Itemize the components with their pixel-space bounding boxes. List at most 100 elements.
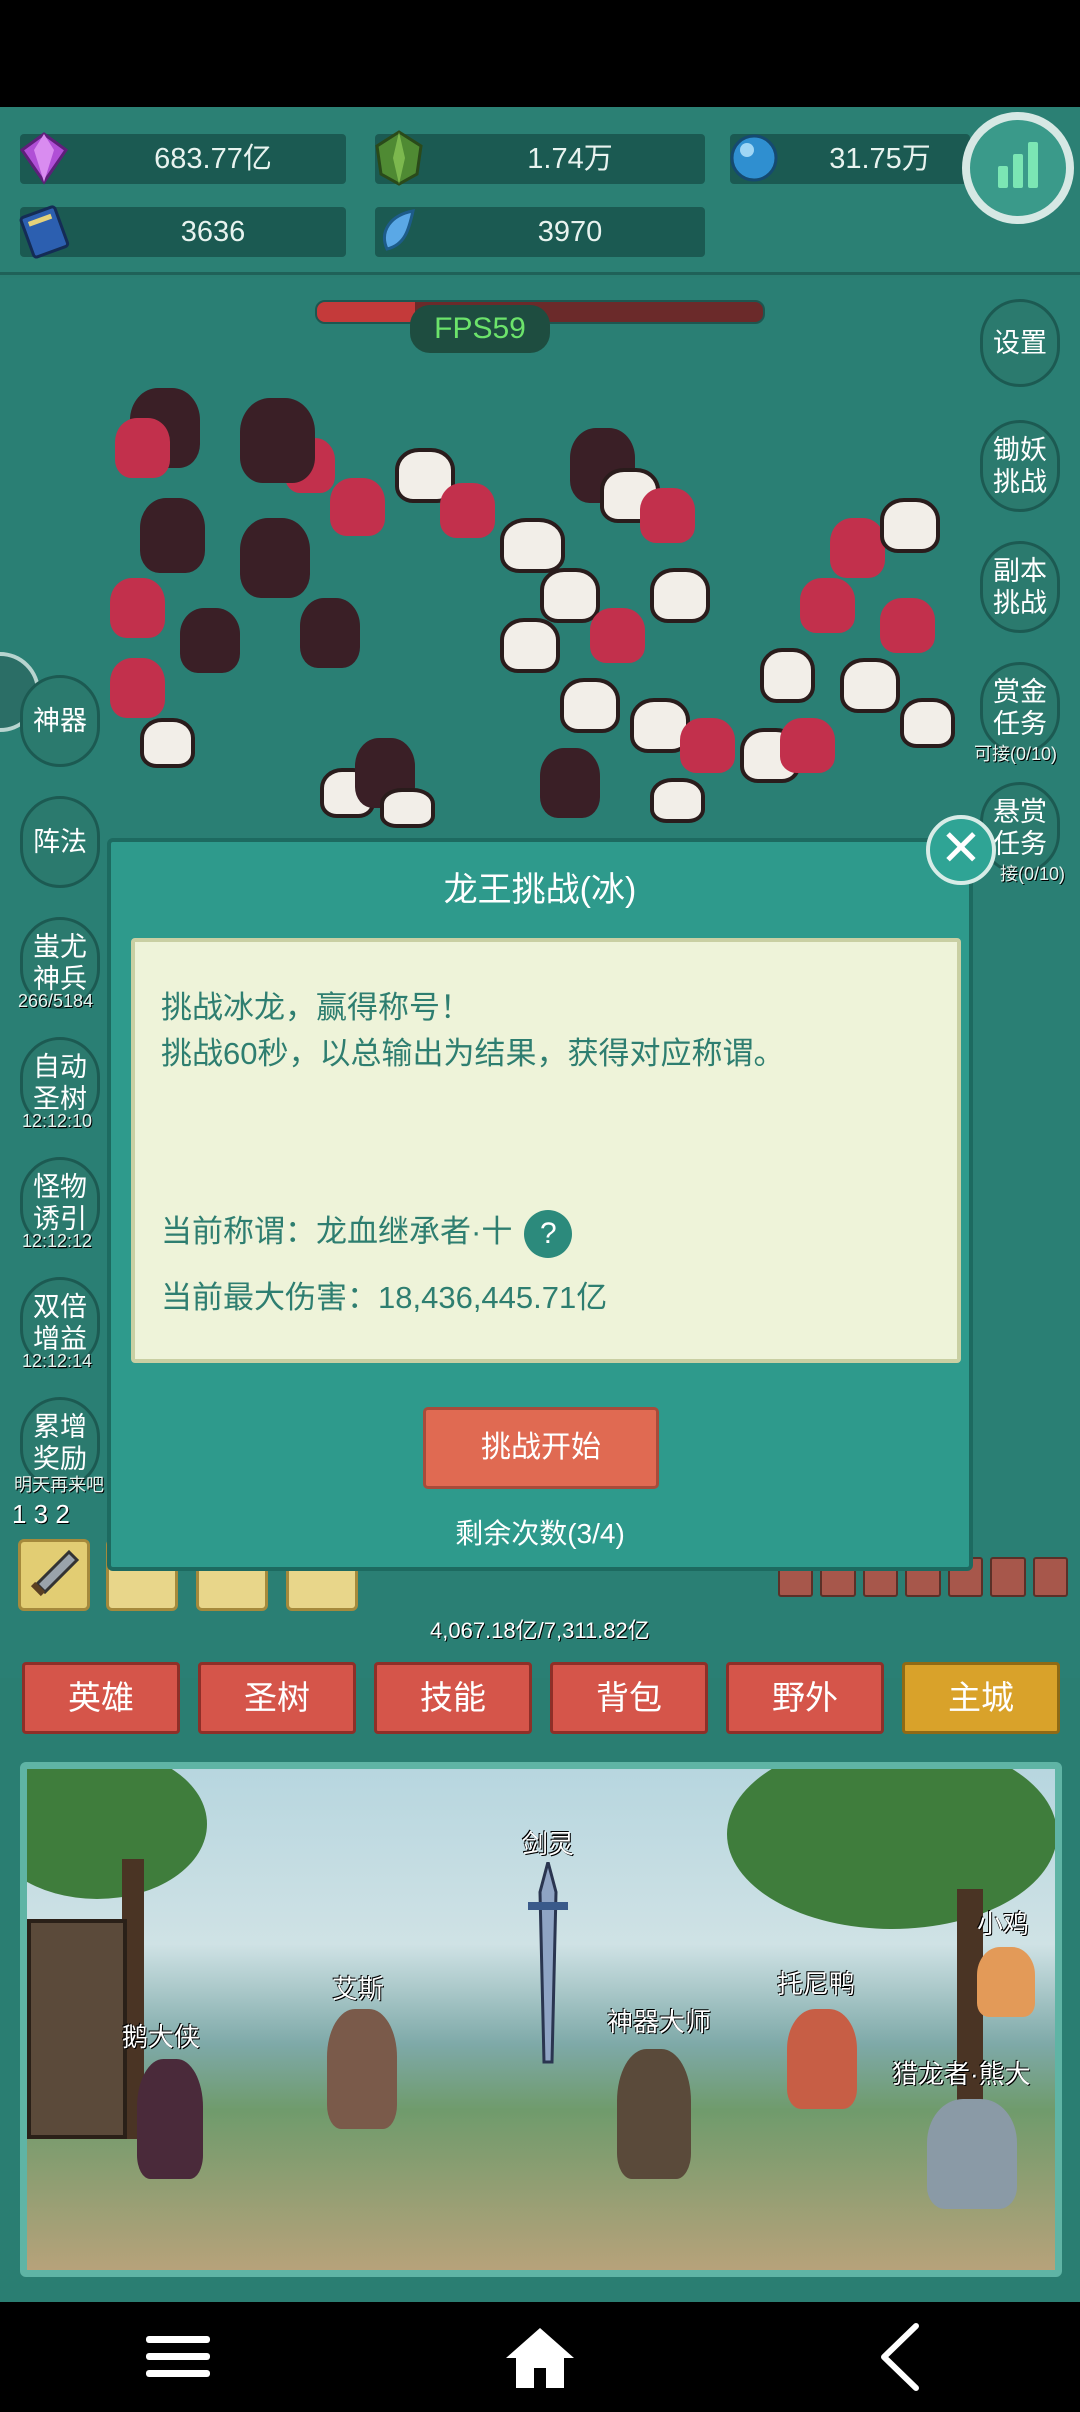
bounty-quest-status: 可接(0/10) [974, 744, 1058, 764]
monster [760, 648, 815, 703]
monster [180, 608, 240, 673]
monster [830, 518, 885, 578]
tab-wild[interactable]: 野外 [726, 1662, 884, 1734]
tab-main-city[interactable]: 主城 [902, 1662, 1060, 1734]
resource-value: 3636 [180, 216, 246, 248]
monster [560, 678, 620, 733]
resource-green-crystal: 1.74万 [375, 130, 705, 186]
accumulated-reward-status: 明天再来吧 [14, 1475, 104, 1495]
monster [840, 658, 900, 713]
resource-ice-shard: 3970 [375, 207, 705, 257]
exp-progress-text: 4,067.18亿/7,311.82亿 [430, 1618, 650, 1643]
monster [140, 718, 195, 768]
monster-lure-timer: 12:12:12 [22, 1231, 93, 1251]
gem-icon [19, 132, 69, 185]
start-challenge-button[interactable]: 挑战开始 [423, 1407, 659, 1489]
monster [240, 398, 315, 483]
back-icon[interactable] [860, 2322, 940, 2392]
stats-button[interactable] [962, 112, 1074, 224]
formation-button[interactable]: 阵法 [20, 796, 100, 888]
dialog-title: 龙王挑战(冰) [443, 871, 637, 909]
monster [540, 568, 600, 623]
monster [110, 578, 165, 638]
npc-dragon-hunter[interactable]: 猎龙者·熊大 [892, 2054, 1031, 2091]
npc-chick[interactable]: 小鸡 [977, 1904, 1029, 1941]
tab-skills[interactable]: 技能 [374, 1662, 532, 1734]
monster [500, 618, 560, 673]
monster [380, 788, 435, 828]
dialog-content: 挑战冰龙，赢得称号！ 挑战60秒，以总输出为结果，获得对应称谓。 当前称谓：龙血… [131, 938, 961, 1363]
npc-goose-hero[interactable]: 鹅大侠 [122, 2017, 200, 2054]
monster [540, 748, 600, 818]
tab-hero[interactable]: 英雄 [22, 1662, 180, 1734]
system-nav-bar [0, 2302, 1080, 2412]
monster [900, 698, 955, 748]
bar-chart-icon [998, 166, 1008, 188]
main-city-scene: 剑灵 小鸡 艾斯 托尼鸭 鹅大侠 神器大师 猎龙者·熊大 [20, 1762, 1062, 2277]
challenge-desc-2: 挑战60秒，以总输出为结果，获得对应称谓。 [161, 1036, 785, 1071]
monster [800, 578, 855, 633]
resource-value: 3970 [537, 216, 603, 248]
double-buff-timer: 12:12:14 [22, 1351, 93, 1371]
tab-holy-tree[interactable]: 圣树 [198, 1662, 356, 1734]
npc-tony-duck[interactable]: 托尼鸭 [777, 1964, 855, 2001]
monster [110, 658, 165, 718]
hut [27, 1919, 127, 2139]
home-icon[interactable] [500, 2322, 580, 2392]
monster [440, 483, 495, 538]
max-damage: 当前最大伤害：18,436,445.71亿 [161, 1280, 608, 1315]
tab-backpack[interactable]: 背包 [550, 1662, 708, 1734]
current-title-row: 当前称谓：龙血继承者·十? [161, 1206, 573, 1258]
resource-value: 1.74万 [527, 143, 613, 175]
monster [115, 418, 170, 478]
ice-shard-icon [383, 209, 415, 251]
equip-slot-sword[interactable] [18, 1539, 90, 1611]
monster [650, 778, 705, 823]
fps-counter: FPS59 [410, 305, 550, 353]
menu-icon[interactable] [140, 2322, 220, 2392]
settings-button[interactable]: 设置 [980, 299, 1060, 387]
monster [880, 598, 935, 653]
resource-book: 3636 [19, 205, 346, 259]
dragon-king-challenge-dialog: 龙王挑战(冰) ✕ 挑战冰龙，赢得称号！ 挑战60秒，以总输出为结果，获得对应称… [107, 815, 996, 1571]
game-screen: 683.77亿 1.74万 31.75万 3636 3970 FPS59 神器 … [0, 107, 1080, 2302]
green-crystal-icon [375, 130, 423, 186]
monster [640, 488, 695, 543]
resource-gems: 683.77亿 [19, 132, 346, 185]
monster [650, 568, 710, 623]
reward-quest-status: 接(0/10) [1000, 864, 1066, 884]
equip-counts: 1 3 2 [12, 1499, 70, 1529]
auto-tree-timer: 12:12:10 [22, 1111, 93, 1131]
book-icon [19, 205, 70, 259]
chiyou-weapon-progress: 266/5184 [18, 991, 94, 1011]
npc-artifact-master[interactable]: 神器大师 [607, 2002, 711, 2039]
demon-challenge-button[interactable]: 锄妖挑战 [980, 420, 1060, 512]
npc-ais[interactable]: 艾斯 [332, 1969, 384, 2006]
blue-orb-icon [730, 134, 778, 182]
monster [330, 478, 385, 536]
challenge-desc-1: 挑战冰龙，赢得称号！ [161, 990, 471, 1025]
npc-sword-spirit[interactable]: 剑灵 [522, 1824, 574, 1861]
main-tabs: 英雄 圣树 技能 背包 野外 主城 [0, 1662, 1080, 1762]
artifact-button[interactable]: 神器 [20, 675, 100, 767]
resource-blue-orb: 31.75万 [730, 134, 970, 184]
help-icon[interactable]: ? [524, 1209, 573, 1258]
close-icon[interactable]: ✕ [926, 815, 996, 885]
monster [680, 718, 735, 773]
resource-value: 31.75万 [829, 143, 931, 175]
monster [500, 518, 565, 573]
sword-icon [30, 1549, 80, 1597]
monster [140, 498, 205, 573]
dungeon-challenge-button[interactable]: 副本挑战 [980, 541, 1060, 633]
monster [300, 598, 360, 668]
current-title: 当前称谓：龙血继承者·十 [161, 1214, 513, 1249]
status-bar-area [0, 0, 1080, 107]
sword-spirit-icon [528, 1862, 568, 2064]
resource-header: 683.77亿 1.74万 31.75万 3636 3970 [0, 107, 1080, 275]
monster [590, 608, 645, 663]
remaining-attempts: 剩余次数(3/4) [455, 1518, 625, 1549]
resource-value: 683.77亿 [154, 143, 272, 175]
boss-hp-fill [317, 302, 416, 322]
monster [240, 518, 310, 598]
monster [880, 498, 940, 553]
